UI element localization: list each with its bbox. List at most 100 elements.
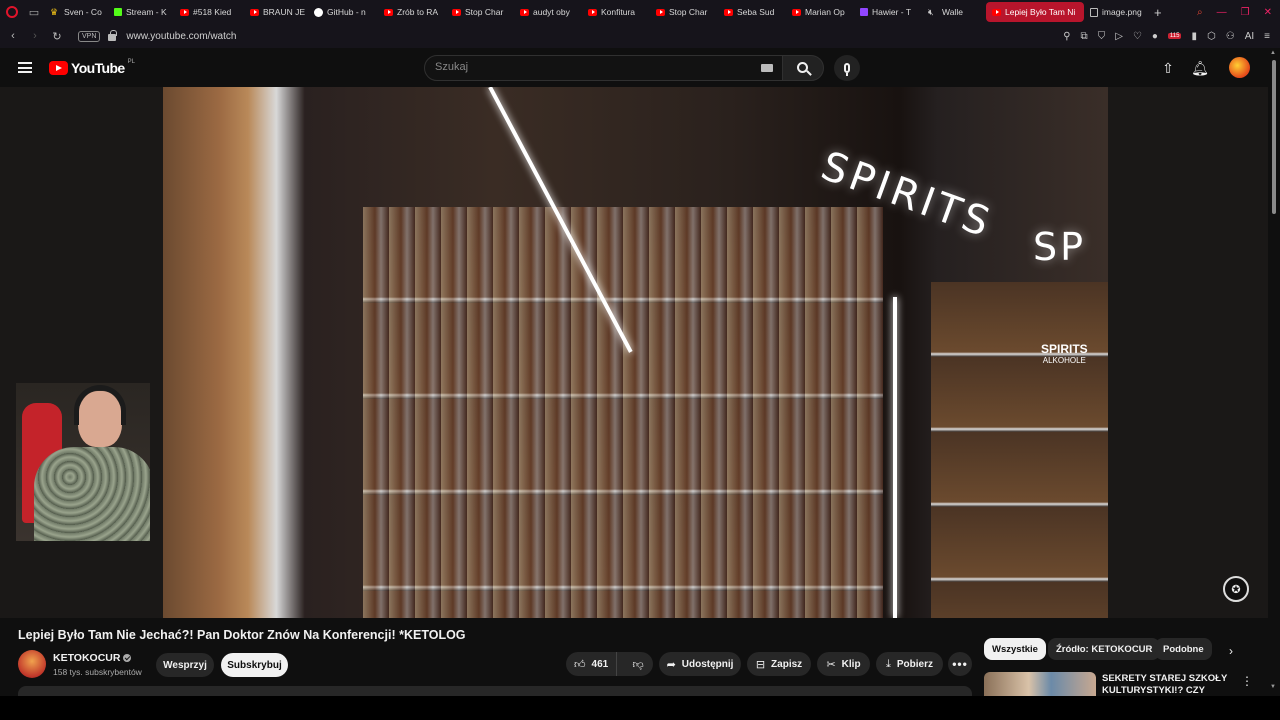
- browser-tab[interactable]: audyt oby: [514, 2, 582, 22]
- browser-tab[interactable]: image.png: [1084, 2, 1148, 22]
- youtube-icon: [792, 8, 801, 16]
- extension-icon[interactable]: ●: [1152, 31, 1158, 42]
- muted-speaker-icon: 🔇︎: [928, 7, 934, 17]
- thumbs-up-icon: 👍︎: [574, 658, 586, 671]
- new-tab-button[interactable]: +: [1154, 5, 1162, 20]
- opera-menu-icon[interactable]: [0, 0, 24, 24]
- subscribe-button[interactable]: Subskrybuj: [221, 653, 288, 677]
- tab-manager-icon[interactable]: ▭: [24, 0, 44, 24]
- lock-icon[interactable]: [108, 30, 117, 41]
- download-icon: ⤓: [886, 657, 891, 670]
- minimize-icon[interactable]: —: [1217, 7, 1227, 18]
- video-frame[interactable]: SPIRITS SP SPIRITS ALKOHOLE: [163, 87, 1108, 618]
- browser-tab-label: Marian Op: [805, 7, 845, 17]
- search-button[interactable]: [782, 55, 824, 81]
- channel-name-row[interactable]: KETOKOCUR: [53, 652, 132, 664]
- browser-tab[interactable]: BRAUN JE: [244, 2, 308, 22]
- browser-tab[interactable]: Zrób to RA: [378, 2, 446, 22]
- snapshot-icon[interactable]: ⧉: [1081, 31, 1088, 42]
- vpn-badge[interactable]: VPN: [78, 30, 101, 42]
- shield-icon[interactable]: ⛉: [1098, 31, 1106, 42]
- scissors-icon: ✂: [826, 658, 836, 671]
- browser-tab[interactable]: Konfitura: [582, 2, 650, 22]
- browser-tab[interactable]: ♛ Sven - Co: [44, 2, 108, 22]
- extension-badge[interactable]: 115: [1167, 33, 1182, 39]
- youtube-icon: [656, 8, 665, 16]
- browser-tab-label: Stop Char: [465, 7, 504, 17]
- video-player[interactable]: SPIRITS SP SPIRITS ALKOHOLE ✪: [0, 87, 1268, 618]
- scroll-down-icon[interactable]: ▼: [1270, 684, 1276, 690]
- forward-icon[interactable]: ›: [26, 30, 44, 42]
- save-button[interactable]: ⊟ Zapisz: [747, 652, 811, 676]
- chip-source[interactable]: Źródło: KETOKOCUR: [1048, 638, 1161, 660]
- browser-tab[interactable]: Marian Op: [786, 2, 854, 22]
- tab-list: ♛ Sven - Co Stream - K #518 Kied BRAUN JE Git…: [44, 0, 1148, 24]
- browser-tab[interactable]: Stream - K: [108, 2, 174, 22]
- maximize-icon[interactable]: ❐: [1241, 7, 1250, 18]
- save-label: Zapisz: [771, 658, 803, 670]
- more-actions-button[interactable]: •••: [948, 652, 972, 676]
- recommendation-title[interactable]: SEKRETY STAREJ SZKOŁY KULTURYSTYKI!? CZY…: [1102, 673, 1232, 696]
- headphones-icon: [74, 385, 126, 425]
- account-avatar[interactable]: [1229, 57, 1250, 78]
- create-upload-icon[interactable]: ⇧: [1160, 60, 1176, 76]
- profile-icon[interactable]: ⚇: [1226, 31, 1235, 42]
- voice-search-button[interactable]: [834, 55, 860, 81]
- chevron-right-icon[interactable]: ›: [1229, 644, 1233, 658]
- browser-tab[interactable]: Hawier - T: [854, 2, 922, 22]
- browser-tab-label: Walle: [942, 7, 963, 17]
- clip-button[interactable]: ✂ Klip: [817, 652, 870, 676]
- share-button[interactable]: ➦ Udostępnij: [659, 652, 741, 676]
- browser-tab[interactable]: Stop Char: [650, 2, 718, 22]
- browser-tab[interactable]: Stop Char: [446, 2, 514, 22]
- browser-tab-label: Zrób to RA: [397, 7, 439, 17]
- youtube-logo[interactable]: YouTube PL: [49, 59, 135, 76]
- led-strip: [893, 297, 897, 618]
- reload-icon[interactable]: ↻: [48, 30, 66, 43]
- description-box[interactable]: [18, 686, 972, 696]
- browser-tab[interactable]: 🔇︎ Walle: [922, 2, 986, 22]
- search-box: [424, 55, 786, 81]
- subscriber-count: 158 tys. subskrybentów: [53, 667, 142, 677]
- channel-avatar[interactable]: [18, 650, 46, 678]
- wallet-icon[interactable]: ▮: [1191, 31, 1197, 42]
- scroll-up-icon[interactable]: ▲: [1270, 50, 1276, 56]
- notifications-bell-icon[interactable]: 🔔︎: [1191, 60, 1209, 76]
- url-field[interactable]: www.youtube.com/watch: [126, 31, 236, 42]
- browser-tab[interactable]: GitHub - n: [308, 2, 378, 22]
- country-code: PL: [127, 59, 135, 65]
- recommendation-thumbnail[interactable]: [984, 672, 1096, 696]
- download-button[interactable]: ⤓ Pobierz: [876, 652, 943, 676]
- close-window-icon[interactable]: ✕: [1264, 7, 1272, 18]
- support-button[interactable]: Wesprzyj: [156, 653, 214, 677]
- youtube-icon: [452, 8, 461, 16]
- back-icon[interactable]: ‹: [4, 30, 22, 42]
- aria-ai-label[interactable]: AI: [1245, 31, 1254, 42]
- easy-setup-icon[interactable]: ≡: [1264, 31, 1270, 42]
- recommendation-menu-icon[interactable]: ⋮: [1241, 674, 1253, 688]
- keyboard-icon[interactable]: [761, 64, 773, 72]
- browser-tab-label: Stream - K: [126, 7, 167, 17]
- address-bar-tools: ⚲ ⧉ ⛉ ▷ ♡ ● 115 ▮ ⬡ ⚇ AI ≡: [1063, 24, 1270, 48]
- tab-search-icon[interactable]: ⌕: [1197, 7, 1203, 18]
- window-controls: ⌕ — ❐ ✕: [1197, 0, 1272, 24]
- dislike-button[interactable]: 👎︎: [623, 652, 653, 676]
- player-icon[interactable]: ▷: [1115, 31, 1123, 42]
- browser-tab[interactable]: Seba Sud: [718, 2, 786, 22]
- heart-icon[interactable]: ♡: [1133, 31, 1142, 42]
- video-title: Lepiej Było Tam Nie Jechać?! Pan Doktor …: [18, 628, 466, 642]
- browser-tab[interactable]: #518 Kied: [174, 2, 244, 22]
- youtube-icon: [992, 8, 1001, 16]
- like-button[interactable]: 👍︎ 461: [566, 652, 618, 676]
- channel-watermark-icon[interactable]: ✪: [1223, 576, 1249, 602]
- browser-tab[interactable]: Lepiej Było Tam Ni: [986, 2, 1084, 22]
- download-label: Pobierz: [896, 658, 933, 670]
- menu-icon[interactable]: [18, 62, 32, 73]
- search-input[interactable]: [435, 61, 755, 73]
- cube-icon[interactable]: ⬡: [1207, 31, 1216, 42]
- scrollbar-thumb[interactable]: [1272, 60, 1276, 214]
- pin-icon[interactable]: ⚲: [1063, 31, 1070, 42]
- chip-similar[interactable]: Podobne: [1155, 638, 1212, 660]
- chip-all[interactable]: Wszystkie: [984, 638, 1046, 660]
- channel-name[interactable]: KETOKOCUR: [53, 652, 120, 664]
